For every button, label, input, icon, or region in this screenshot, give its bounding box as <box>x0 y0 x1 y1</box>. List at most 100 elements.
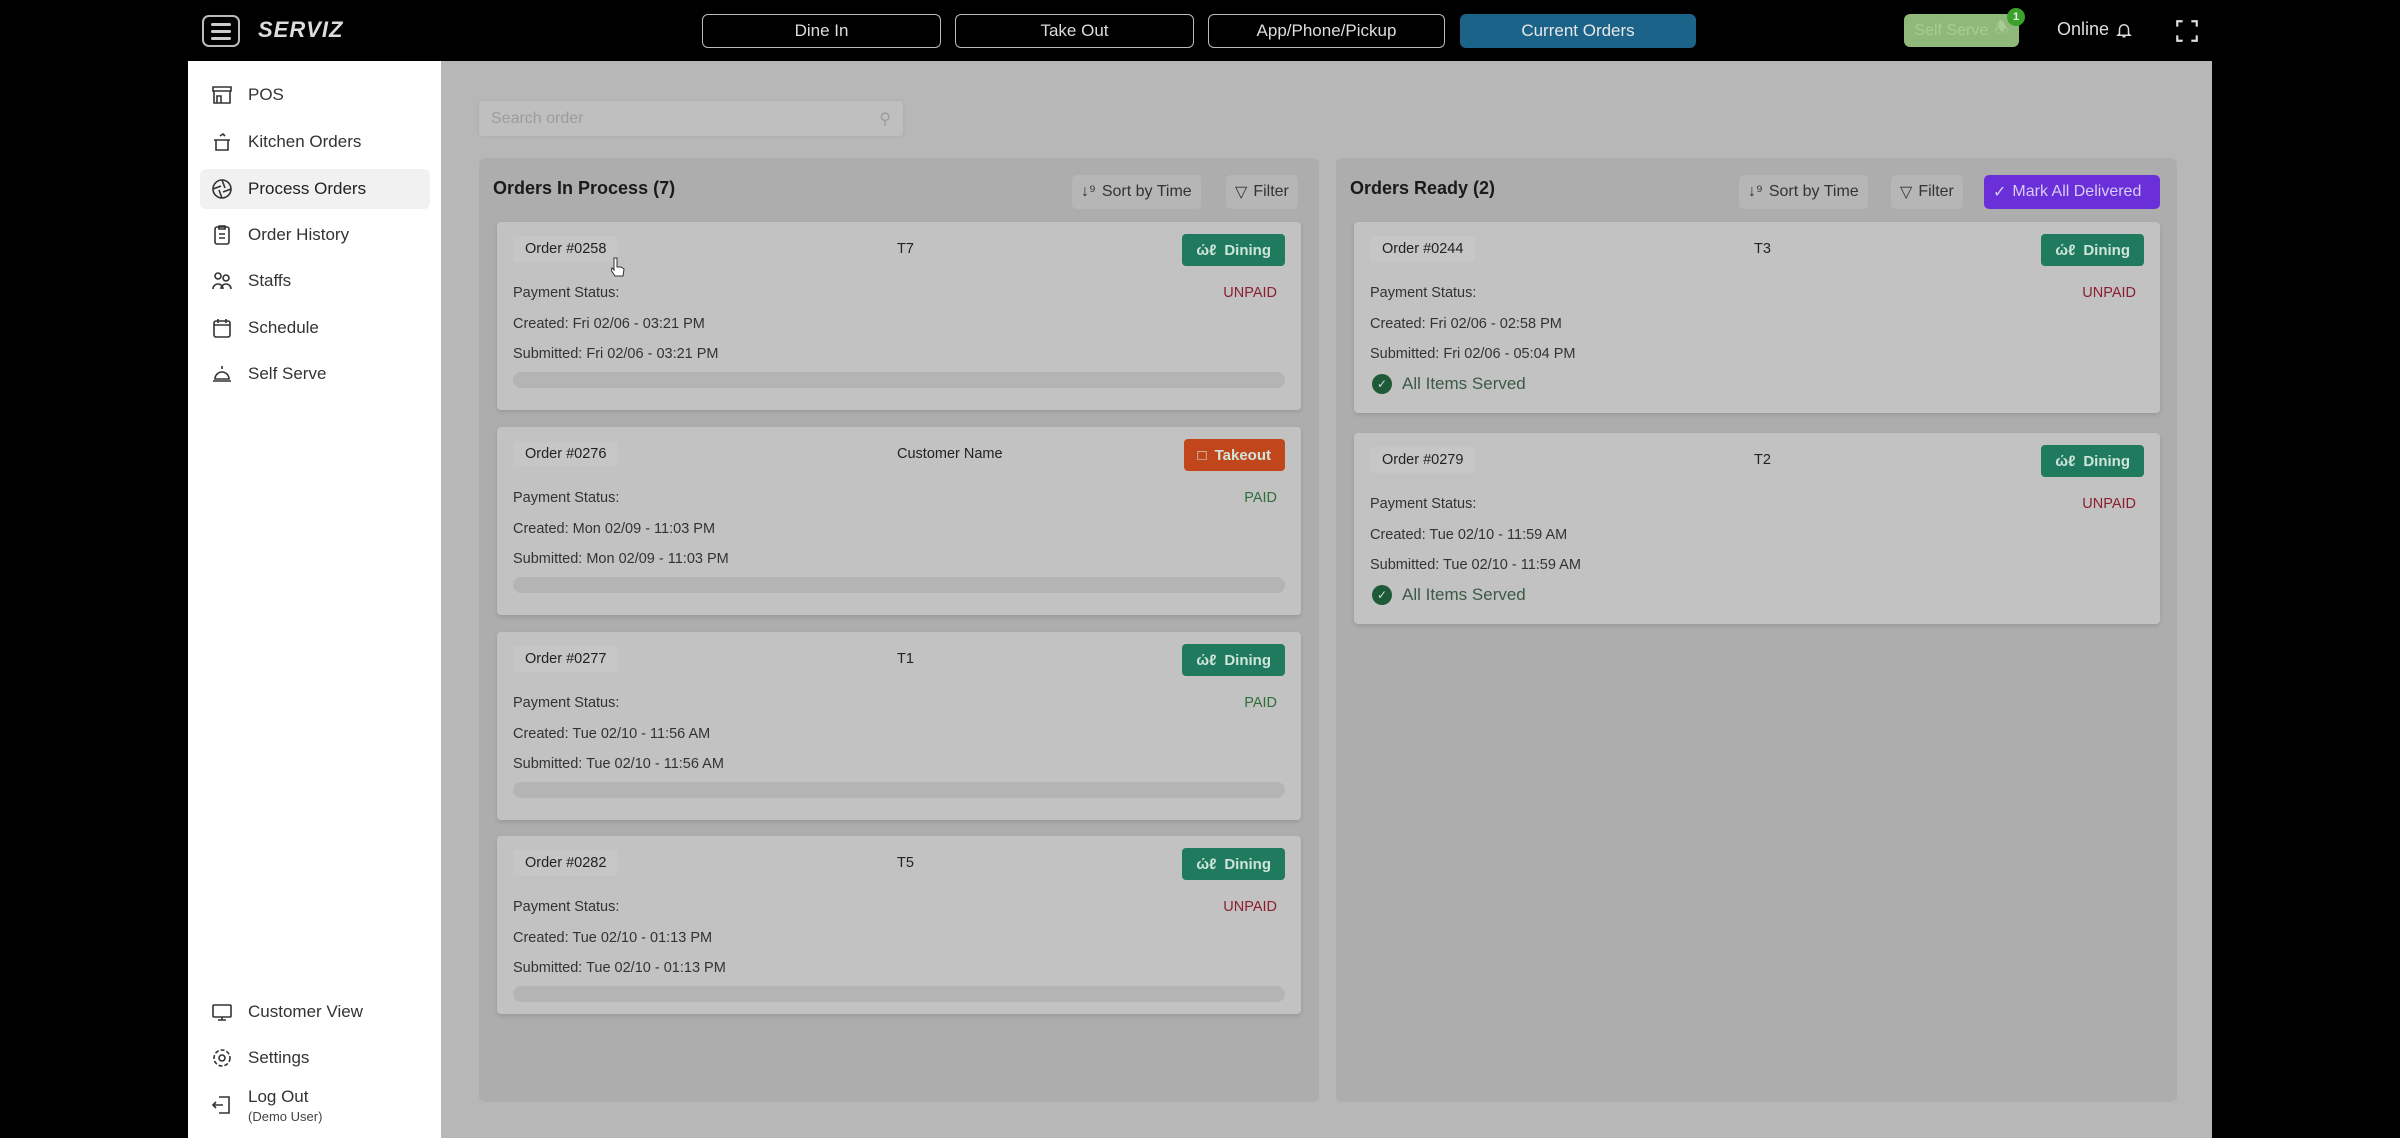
order-card[interactable]: Order #0276 Customer Name □ Takeout Payme… <box>497 427 1301 615</box>
order-type-label: Dining <box>2083 241 2130 259</box>
served-label: All Items Served <box>1402 374 1526 393</box>
tab-dine-in[interactable]: Dine In <box>702 14 941 48</box>
created-time: Created: Fri 02/06 - 02:58 PM <box>1370 316 1562 332</box>
created-time: Created: Fri 02/06 - 03:21 PM <box>513 316 705 332</box>
filter-icon: ▽ <box>1235 184 1248 201</box>
order-card[interactable]: Order #0279 T2 ώℓ Dining Payment Status: … <box>1354 433 2160 624</box>
sidebar-item-staffs[interactable]: Staffs <box>200 261 430 301</box>
fullscreen-icon[interactable] <box>2174 18 2200 44</box>
order-table: T5 <box>897 855 914 871</box>
order-table: T3 <box>1754 241 1771 257</box>
sidebar-item-schedule[interactable]: Schedule <box>200 308 430 348</box>
self-serve-label: Self Serve <box>1914 21 1989 39</box>
sidebar-item-kitchen-orders[interactable]: Kitchen Orders <box>200 122 430 162</box>
utensils-icon: ώℓ <box>1196 241 1217 259</box>
sort-icon: ↓⁹ <box>1748 183 1763 200</box>
order-id[interactable]: Order #0258 <box>513 236 619 262</box>
order-card[interactable]: Order #0244 T3 ώℓ Dining Payment Status: … <box>1354 222 2160 413</box>
pointer-cursor-icon <box>611 257 625 277</box>
order-id[interactable]: Order #0276 <box>513 441 619 467</box>
payment-status: UNPAID <box>2082 285 2136 301</box>
bell-icon: 🕭 <box>1994 20 2009 37</box>
created-time: Created: Mon 02/09 - 11:03 PM <box>513 521 716 537</box>
self-serve-button[interactable]: Self Serve 🕭 <box>1904 14 2019 47</box>
submitted-time: Submitted: Tue 02/10 - 11:56 AM <box>513 756 724 772</box>
check-icon: ✓ <box>1993 184 2007 201</box>
orders-ready-panel: Orders Ready (2) ↓⁹ Sort by Time ▽ Filter … <box>1336 158 2177 1102</box>
sort-by-time-button[interactable]: ↓⁹ Sort by Time <box>1072 175 1201 209</box>
served-label: All Items Served <box>1402 585 1526 604</box>
order-type-badge: ώℓ Dining <box>2041 234 2144 266</box>
search-input[interactable]: Search order ⚲ <box>479 101 903 136</box>
main-content: Search order ⚲ Orders In Process (7) ↓⁹ So… <box>441 61 2212 1138</box>
tab-take-out[interactable]: Take Out <box>955 14 1194 48</box>
utensils-icon: ώℓ <box>2055 241 2076 259</box>
order-table: T7 <box>897 241 914 257</box>
payment-status: UNPAID <box>1223 285 1277 301</box>
order-table: Customer Name <box>897 446 1003 462</box>
sidebar-item-label: Schedule <box>248 318 319 337</box>
search-placeholder: Search order <box>491 109 584 127</box>
order-card[interactable]: Order #0282 T5 ώℓ Dining Payment Status: … <box>497 836 1301 1014</box>
payment-status-label: Payment Status: <box>513 285 620 301</box>
pot-icon <box>214 132 230 151</box>
order-card[interactable]: Order #0258 T7 ώℓ Dining Payment Status: … <box>497 222 1301 410</box>
panel-title: Orders In Process (7) <box>493 178 676 198</box>
order-type-label: Dining <box>1224 651 1271 669</box>
notification-badge: 1 <box>2007 8 2025 26</box>
users-icon <box>212 272 232 290</box>
sidebar-item-pos[interactable]: POS <box>200 75 430 115</box>
created-time: Created: Tue 02/10 - 11:56 AM <box>513 726 711 742</box>
sidebar-item-label: Order History <box>248 225 350 244</box>
order-id[interactable]: Order #0282 <box>513 850 619 876</box>
sidebar-item-label: Self Serve <box>248 364 327 383</box>
payment-status-label: Payment Status: <box>513 490 620 506</box>
check-circle-icon: ✓ <box>1372 374 1392 394</box>
filter-button[interactable]: ▽ Filter <box>1891 175 1963 209</box>
sidebar-item-self-serve[interactable]: Self Serve <box>200 354 430 394</box>
filter-label: Filter <box>1918 183 1954 200</box>
sidebar-item-order-history[interactable]: Order History <box>200 215 430 255</box>
settings-button[interactable]: Settings <box>200 1038 430 1078</box>
order-id[interactable]: Order #0277 <box>513 646 619 672</box>
sidebar-item-label: Staffs <box>248 271 292 290</box>
all-items-served: ✓ All Items Served <box>1372 374 1526 394</box>
logout-label: Log Out <box>248 1086 309 1106</box>
payment-status: PAID <box>1244 695 1277 711</box>
orders-in-process-panel: Orders In Process (7) ↓⁹ Sort by Time ▽ Fi… <box>479 158 1319 1102</box>
mark-all-label: Mark All Delivered <box>2012 183 2142 200</box>
order-type-label: Dining <box>1224 241 1271 259</box>
sort-label: Sort by Time <box>1768 183 1859 200</box>
clipboard-icon <box>214 225 230 245</box>
submitted-time: Submitted: Mon 02/09 - 11:03 PM <box>513 551 729 567</box>
order-card[interactable]: Order #0277 T1 ώℓ Dining Payment Status: … <box>497 632 1301 820</box>
progress-bar <box>513 986 1285 1002</box>
panel-title: Orders Ready (2) <box>1350 178 1496 198</box>
sidebar: POS Kitchen Orders Process Orders Order … <box>188 61 441 1138</box>
filter-button[interactable]: ▽ Filter <box>1226 175 1298 209</box>
menu-icon[interactable] <box>202 15 240 47</box>
filter-icon: ▽ <box>1900 184 1913 201</box>
mark-all-delivered-button[interactable]: ✓ Mark All Delivered <box>1984 175 2160 209</box>
order-id[interactable]: Order #0279 <box>1370 447 1476 473</box>
sidebar-item-process-orders[interactable]: Process Orders <box>200 169 430 209</box>
online-status[interactable]: Online <box>2057 19 2133 40</box>
store-icon <box>212 86 232 104</box>
order-table: T1 <box>897 651 914 667</box>
progress-bar <box>513 782 1285 798</box>
tab-current-orders[interactable]: Current Orders <box>1460 14 1696 48</box>
calendar-icon <box>213 319 231 338</box>
order-type-badge: ώℓ Dining <box>1182 234 1285 266</box>
sidebar-item-label: POS <box>248 85 284 104</box>
tab-app-phone-pickup[interactable]: App/Phone/Pickup <box>1208 14 1445 48</box>
sidebar-item-label: Process Orders <box>248 179 367 198</box>
order-id[interactable]: Order #0244 <box>1370 236 1476 262</box>
customer-view-button[interactable]: Customer View <box>200 992 430 1032</box>
logout-button[interactable]: Log Out (Demo User) <box>200 1081 430 1129</box>
utensils-icon: ώℓ <box>1196 855 1217 873</box>
online-label: Online <box>2057 19 2110 39</box>
payment-status-label: Payment Status: <box>1370 496 1477 512</box>
sort-by-time-button[interactable]: ↓⁹ Sort by Time <box>1739 175 1868 209</box>
order-type-label: Dining <box>2083 452 2130 470</box>
order-table: T2 <box>1754 452 1771 468</box>
